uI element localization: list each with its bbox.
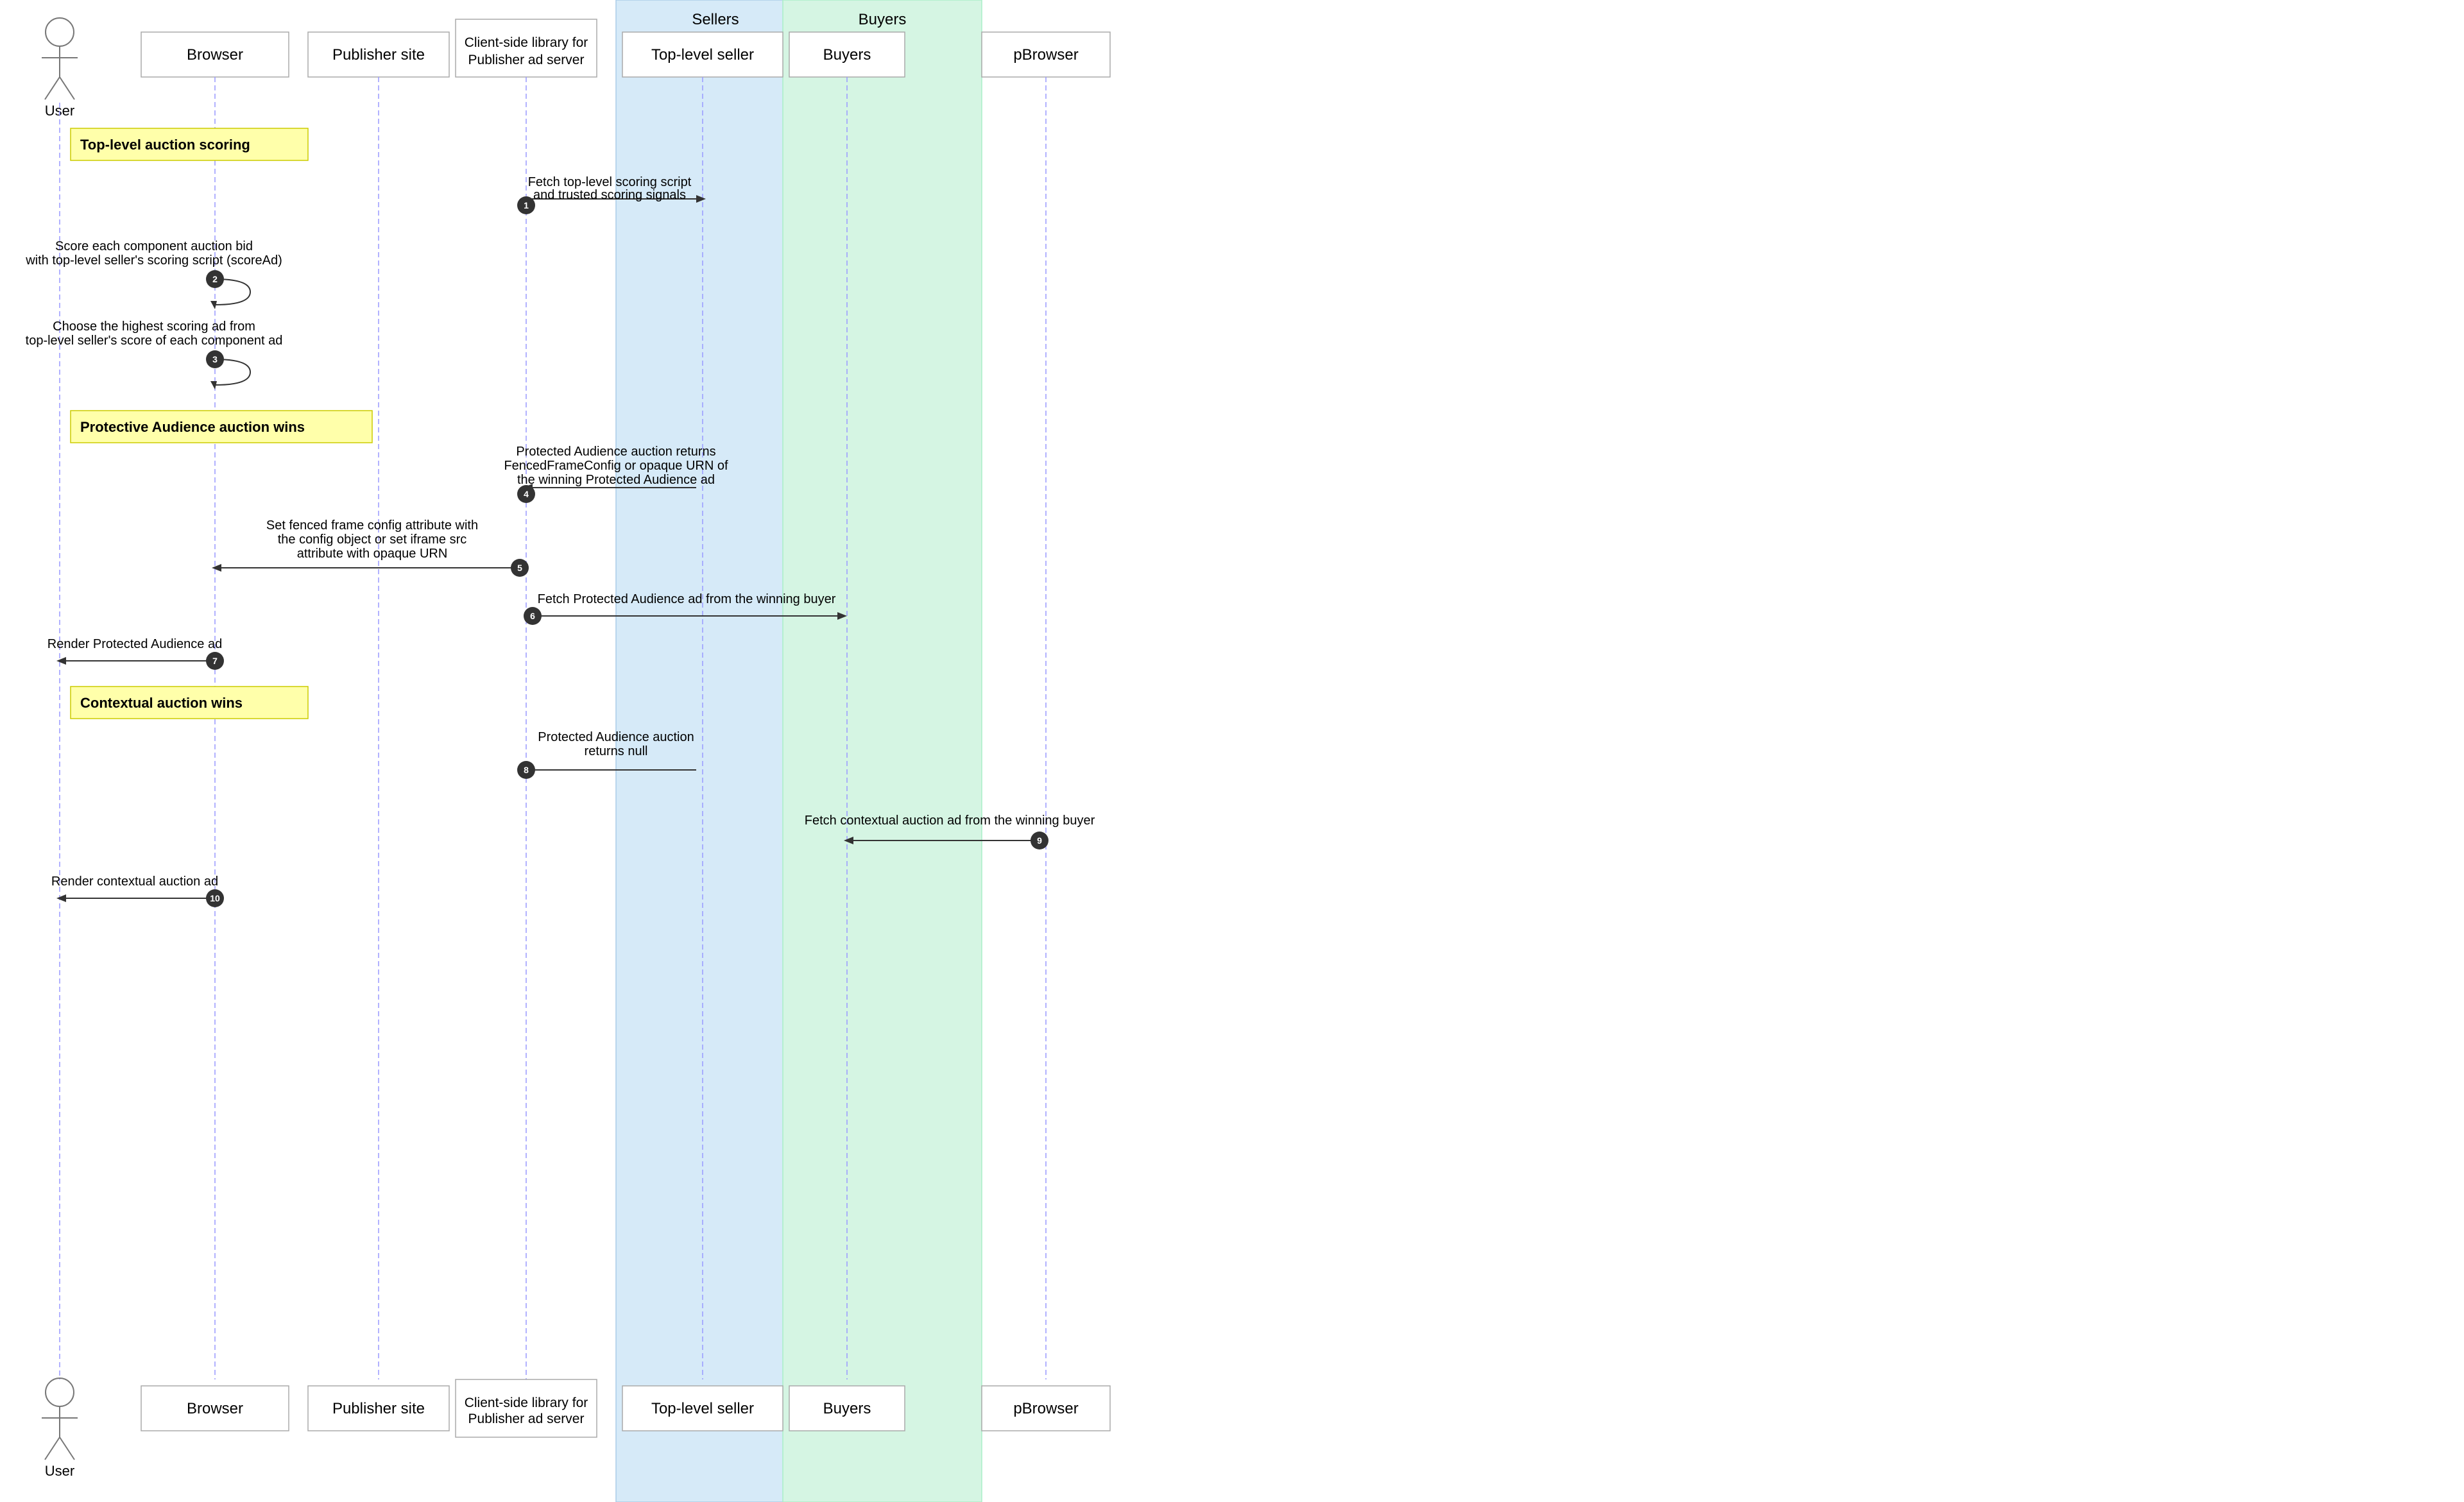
- svg-text:Render Protected Audience ad: Render Protected Audience ad: [47, 637, 222, 651]
- svg-text:6: 6: [530, 611, 535, 621]
- svg-text:FencedFrameConfig or opaque UR: FencedFrameConfig or opaque URN of: [504, 459, 728, 473]
- diagram-container: Sellers Buyers Browser Publisher site Cl…: [0, 0, 2464, 1502]
- pbrowser-top-label: pBrowser: [1013, 46, 1078, 64]
- user-bottom-label: User: [45, 1463, 74, 1479]
- svg-text:2: 2: [212, 274, 218, 284]
- svg-text:Score each component auction b: Score each component auction bid: [55, 239, 253, 253]
- buyers-bottom-label: Buyers: [823, 1400, 871, 1417]
- buyers-group-label: Buyers: [859, 11, 907, 28]
- pbrowser-bottom-label: pBrowser: [1013, 1400, 1078, 1417]
- top-seller-top-label: Top-level seller: [651, 46, 754, 64]
- pa-wins-label: Protective Audience auction wins: [80, 419, 305, 435]
- svg-text:attribute with opaque URN: attribute with opaque URN: [297, 547, 448, 561]
- top-seller-bottom-label: Top-level seller: [651, 1400, 754, 1417]
- svg-text:Fetch contextual auction ad fr: Fetch contextual auction ad from the win…: [805, 814, 1095, 828]
- svg-text:10: 10: [210, 893, 220, 903]
- svg-text:Publisher ad server: Publisher ad server: [468, 53, 585, 67]
- svg-text:Choose the highest scoring ad: Choose the highest scoring ad from: [53, 320, 255, 334]
- svg-text:5: 5: [517, 563, 522, 573]
- svg-text:Protected Audience auction ret: Protected Audience auction returns: [516, 445, 715, 459]
- buyers-top-label: Buyers: [823, 46, 871, 64]
- svg-text:with top-level seller's scorin: with top-level seller's scoring script (…: [25, 253, 282, 268]
- sellers-group-label: Sellers: [692, 11, 739, 28]
- svg-text:and trusted scoring signals: and trusted scoring signals: [533, 188, 686, 202]
- svg-text:Protected Audience auction: Protected Audience auction: [538, 730, 694, 744]
- svg-text:the winning Protected Audience: the winning Protected Audience ad: [517, 473, 715, 487]
- svg-text:Fetch Protected Audience ad fr: Fetch Protected Audience ad from the win…: [538, 592, 836, 606]
- publisher-bottom-label: Publisher site: [332, 1400, 425, 1417]
- client-lib-bottom-label: Client-side library for: [465, 1395, 588, 1410]
- publisher-top-label: Publisher site: [332, 46, 425, 64]
- arrows-svg: Sellers Buyers Browser Publisher site Cl…: [0, 0, 2464, 1502]
- svg-text:Render contextual auction ad: Render contextual auction ad: [51, 875, 218, 889]
- top-level-scoring-label: Top-level auction scoring: [80, 137, 250, 153]
- browser-top-label: Browser: [187, 46, 243, 64]
- browser-bottom-label: Browser: [187, 1400, 243, 1417]
- svg-text:1: 1: [524, 200, 529, 210]
- svg-text:returns null: returns null: [585, 744, 648, 758]
- svg-text:Set fenced frame config attrib: Set fenced frame config attribute with: [266, 518, 478, 533]
- svg-text:7: 7: [212, 656, 218, 666]
- svg-text:3: 3: [212, 354, 218, 364]
- svg-text:Publisher ad server: Publisher ad server: [468, 1412, 585, 1426]
- contextual-wins-label: Contextual auction wins: [80, 695, 243, 711]
- svg-text:top-level seller's score of ea: top-level seller's score of each compone…: [26, 334, 283, 348]
- svg-text:User: User: [45, 103, 74, 119]
- svg-text:9: 9: [1037, 835, 1042, 846]
- svg-text:8: 8: [524, 765, 529, 775]
- client-lib-top-label: Client-side library for: [465, 35, 588, 50]
- svg-text:the config object or set ifram: the config object or set iframe src: [278, 533, 467, 547]
- svg-text:Fetch top-level scoring script: Fetch top-level scoring script: [528, 175, 692, 189]
- svg-text:4: 4: [524, 489, 529, 499]
